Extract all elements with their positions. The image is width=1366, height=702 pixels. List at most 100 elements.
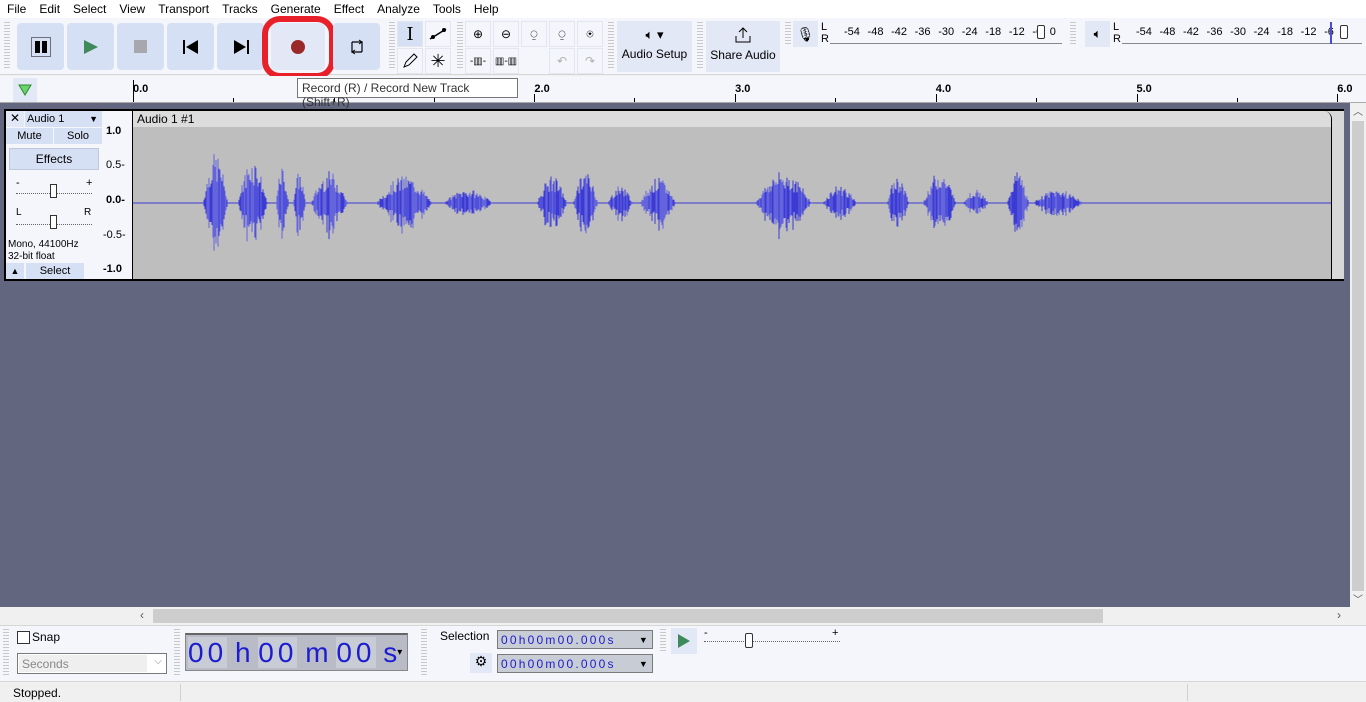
- select-track-button[interactable]: Select: [26, 263, 84, 279]
- snap-unit-select[interactable]: Seconds ⌵: [17, 653, 167, 674]
- selection-end-time[interactable]: 00h00m00.000s ▼: [497, 654, 653, 673]
- record-meter-button[interactable]: 🎙︎: [793, 21, 818, 47]
- pause-icon: [30, 36, 51, 57]
- ruler-label: 2.0: [534, 83, 550, 95]
- menu-help[interactable]: Help: [467, 0, 505, 18]
- scroll-up-icon[interactable]: ︿: [1350, 103, 1366, 118]
- ruler-minor-tick: [634, 98, 636, 102]
- clip-title[interactable]: Audio 1 #1: [133, 111, 1331, 127]
- chevron-down-icon: ⌵: [154, 656, 162, 667]
- zoom-toggle-icon: ⍟: [586, 26, 594, 41]
- vertical-scroll-thumb[interactable]: [1352, 121, 1364, 591]
- vertical-scrollbar[interactable]: ︿ ﹀: [1350, 103, 1366, 607]
- menu-file[interactable]: File: [0, 0, 32, 18]
- silence-icon: ▥-▥: [494, 55, 518, 67]
- audio-clip[interactable]: Audio 1 #1: [132, 111, 1332, 279]
- zoom-toggle-button[interactable]: ⍟: [577, 21, 603, 47]
- selection-start-time[interactable]: 00h00m00.000s ▼: [497, 630, 653, 649]
- playback-meter[interactable]: -54-48-42-36-30-24-18-12-6: [1122, 22, 1362, 44]
- speed-slider[interactable]: [745, 633, 753, 648]
- audio-setup-button[interactable]: 🔈︎ ▾ Audio Setup: [617, 21, 692, 72]
- menu-transport[interactable]: Transport: [151, 0, 215, 18]
- toolbar-grip[interactable]: [660, 629, 666, 651]
- scroll-down-icon[interactable]: ﹀: [1350, 591, 1366, 606]
- audio-setup-label: Audio Setup: [621, 47, 688, 61]
- pan-right-label: R: [84, 207, 92, 218]
- toolbar-grip[interactable]: [697, 22, 703, 70]
- ruler-tick: [133, 80, 134, 102]
- solo-button[interactable]: Solo: [54, 128, 102, 144]
- fit-project-button[interactable]: ⍜: [549, 21, 575, 47]
- playback-volume-slider[interactable]: [1340, 25, 1348, 39]
- menu-tracks[interactable]: Tracks: [215, 0, 264, 18]
- mute-button[interactable]: Mute: [6, 128, 53, 144]
- menu-tools[interactable]: Tools: [426, 0, 467, 18]
- record-volume-slider[interactable]: [1037, 25, 1045, 39]
- zoom-in-button[interactable]: ⊕: [465, 21, 491, 47]
- toolbar-grip[interactable]: [3, 629, 9, 675]
- track-info: Mono, 44100Hz 32-bit float: [8, 239, 79, 262]
- scroll-left-icon[interactable]: ‹: [140, 608, 144, 622]
- timeline-ruler[interactable]: 0.01.02.03.04.05.06.0: [0, 76, 1366, 103]
- track-name-menu[interactable]: Audio 1 ▼: [25, 111, 102, 127]
- skip-to-end-button[interactable]: [217, 23, 264, 70]
- toolbar-grip[interactable]: [4, 22, 10, 70]
- multi-tool-button[interactable]: ✳: [425, 48, 451, 74]
- gain-slider[interactable]: [50, 184, 57, 198]
- loop-icon: [350, 39, 363, 54]
- menu-effect[interactable]: Effect: [327, 0, 370, 18]
- trim-outside-button[interactable]: -▥-: [465, 48, 491, 74]
- play-button[interactable]: [67, 23, 114, 70]
- zoom-in-icon: ⊕: [472, 27, 484, 41]
- playback-meter-tick-label: -12: [1300, 26, 1317, 38]
- time-format-dropdown-icon[interactable]: ▾: [397, 647, 402, 658]
- selection-settings-button[interactable]: ⚙: [470, 653, 492, 673]
- toolbar-grip[interactable]: [174, 629, 180, 675]
- horizontal-scrollbar[interactable]: ‹ ›: [0, 607, 1366, 625]
- loop-button[interactable]: [333, 23, 380, 70]
- toolbar-grip[interactable]: [421, 629, 427, 675]
- toolbar-grip[interactable]: [785, 22, 791, 44]
- selection-tool-button[interactable]: I: [397, 21, 423, 47]
- time-display[interactable]: 00 h 00 m 00 s▾: [185, 633, 408, 671]
- speed-slider-track[interactable]: [704, 639, 840, 642]
- menu-edit[interactable]: Edit: [32, 0, 66, 18]
- toolbar-grip[interactable]: [457, 22, 463, 70]
- collapse-track-button[interactable]: ▲: [6, 263, 24, 279]
- draw-tool-button[interactable]: [397, 48, 423, 74]
- horizontal-scroll-thumb[interactable]: [153, 609, 1103, 623]
- playback-meter-button[interactable]: 🔈︎: [1085, 21, 1110, 47]
- effects-button[interactable]: Effects: [9, 148, 99, 170]
- record-meter-tick-label: -12: [1008, 26, 1025, 38]
- toolbar-grip[interactable]: [608, 22, 614, 70]
- microphone-icon: 🎙︎: [796, 25, 815, 42]
- track-area[interactable]: ✕ Audio 1 ▼ Mute Solo Effects - + L R Mon…: [0, 103, 1350, 607]
- green-triangle-icon: [18, 84, 32, 96]
- record-meter[interactable]: -54-48-42-36-30-24-18-12-60: [830, 22, 1062, 44]
- menu-analyze[interactable]: Analyze: [370, 0, 426, 18]
- ruler-label: 6.0: [1337, 83, 1353, 95]
- menu-view[interactable]: View: [112, 0, 151, 18]
- envelope-tool-button[interactable]: [425, 21, 451, 47]
- zoom-out-button[interactable]: ⊖: [493, 21, 519, 47]
- undo-button[interactable]: ↶: [549, 48, 575, 74]
- snap-checkbox[interactable]: [17, 631, 30, 644]
- play-head-button[interactable]: [13, 78, 37, 102]
- menu-select[interactable]: Select: [66, 0, 112, 18]
- silence-selection-button[interactable]: ▥-▥: [493, 48, 519, 74]
- pause-button[interactable]: [17, 23, 64, 70]
- trim-icon: -▥-: [469, 55, 487, 67]
- toolbar-grip[interactable]: [389, 22, 395, 70]
- close-track-button[interactable]: ✕: [6, 111, 24, 127]
- pencil-icon: [403, 53, 418, 68]
- redo-button[interactable]: ↷: [577, 48, 603, 74]
- scroll-right-icon[interactable]: ›: [1337, 608, 1341, 622]
- stop-button[interactable]: [117, 23, 164, 70]
- skip-to-start-button[interactable]: [167, 23, 214, 70]
- pan-slider[interactable]: [50, 215, 57, 229]
- fit-selection-button[interactable]: ⍜: [521, 21, 547, 47]
- share-audio-button[interactable]: Share Audio: [706, 21, 780, 72]
- play-at-speed-button[interactable]: [671, 628, 697, 654]
- toolbar-grip[interactable]: [1070, 22, 1076, 44]
- playback-meter-lr: LR: [1113, 21, 1121, 45]
